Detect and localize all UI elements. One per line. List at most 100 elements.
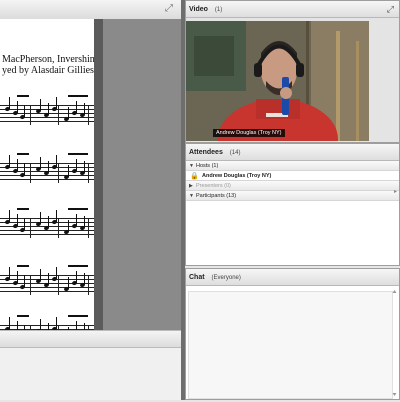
- staff-line: [0, 279, 94, 280]
- chat-scope[interactable]: (Everyone): [212, 275, 241, 281]
- note-stem: [17, 101, 18, 113]
- video-pod-header: Video (1) ⤢: [186, 1, 399, 18]
- expand-triangle-icon[interactable]: ▼: [189, 161, 194, 171]
- note-stem: [40, 319, 41, 330]
- bar-line: [88, 218, 89, 238]
- chat-pod: Chat (Everyone): [185, 268, 400, 400]
- staff-line: [0, 218, 94, 219]
- note-stem: [9, 155, 10, 167]
- attendees-pod-header: Attendees (14): [186, 144, 399, 161]
- bottom-left-pod: [0, 330, 181, 400]
- bar-line: [30, 105, 31, 125]
- music-staff: [0, 208, 94, 240]
- note-stem: [17, 159, 18, 171]
- note-stem: [76, 101, 77, 113]
- share-pod-header: ⤢: [0, 0, 181, 20]
- note-stem: [56, 210, 57, 222]
- webcam-feed: [186, 21, 369, 141]
- bar-line: [30, 275, 31, 295]
- staff-line: [0, 275, 94, 276]
- staff-line: [0, 222, 94, 223]
- bar-line: [58, 163, 59, 183]
- note-stem: [68, 277, 69, 289]
- expand-triangle-icon[interactable]: ▼: [189, 191, 194, 201]
- staff-line: [0, 287, 94, 288]
- staff-line: [0, 230, 94, 231]
- staff-line: [0, 179, 94, 180]
- bottom-left-pod-header: [0, 331, 181, 348]
- chat-scrollbar[interactable]: [392, 289, 397, 397]
- sheet-music-page: MacPherson, Invershin. yed by Alasdair G…: [0, 19, 94, 330]
- video-name-tag: Andrew Douglas (Troy NY): [213, 129, 285, 137]
- note-beam: [17, 153, 29, 155]
- note-stem: [48, 273, 49, 285]
- note-beam: [17, 265, 29, 267]
- chat-title: Chat: [189, 274, 205, 281]
- note-stem: [84, 103, 85, 115]
- staff-line: [0, 109, 94, 110]
- page-margin: [94, 19, 103, 330]
- note-stem: [17, 321, 18, 330]
- scroll-arrow-icon[interactable]: ▸: [394, 188, 397, 195]
- music-staff: [0, 95, 94, 127]
- note-stem: [9, 210, 10, 222]
- note-stem: [17, 271, 18, 283]
- note-beam: [17, 208, 29, 210]
- note-stem: [9, 317, 10, 329]
- staff-line: [0, 325, 94, 326]
- bar-line: [58, 218, 59, 238]
- video-pod: Video (1) ⤢ Andrew Douglas (Troy NY): [185, 0, 400, 143]
- attendee-row[interactable]: 🔒 Andrew Douglas (Troy NY): [186, 171, 399, 181]
- bar-line: [30, 163, 31, 183]
- bar-line: [88, 163, 89, 183]
- video-count: (1): [214, 7, 223, 13]
- note-stem: [68, 220, 69, 232]
- fullscreen-icon[interactable]: ⤢: [387, 1, 394, 18]
- note-stem: [76, 321, 77, 330]
- music-staff: [0, 265, 94, 297]
- note-stem: [40, 212, 41, 224]
- note-stem: [84, 161, 85, 173]
- share-pod: ⤢ MacPherson, Invershin. yed by Alasdair…: [0, 0, 181, 330]
- note-stem: [24, 275, 25, 287]
- note-stem: [48, 161, 49, 173]
- group-participants[interactable]: ▼ Participants (13): [186, 191, 399, 201]
- note-stem: [24, 105, 25, 117]
- chat-pod-header: Chat (Everyone): [186, 269, 399, 286]
- expand-triangle-icon[interactable]: ▶: [189, 181, 193, 191]
- note-stem: [48, 216, 49, 228]
- note-beam: [68, 95, 88, 97]
- group-presenters[interactable]: ▶ Presenters (0): [186, 181, 399, 191]
- note-stem: [56, 317, 57, 329]
- webcam-image: [186, 21, 369, 141]
- group-hosts-label: Hosts (1): [196, 163, 219, 169]
- note-stem: [17, 214, 18, 226]
- scrollbar-arrows[interactable]: [392, 289, 397, 397]
- bar-line: [58, 105, 59, 125]
- note-stem: [84, 323, 85, 330]
- attendees-count: (14): [229, 150, 241, 156]
- share-background: [103, 19, 181, 330]
- staff-line: [0, 121, 94, 122]
- note-stem: [76, 271, 77, 283]
- note-beam: [68, 315, 88, 317]
- group-hosts[interactable]: ▼ Hosts (1): [186, 161, 399, 171]
- bar-line: [58, 275, 59, 295]
- music-staff: [0, 315, 94, 330]
- note-stem: [76, 214, 77, 226]
- group-participants-label: Participants (13): [196, 193, 237, 199]
- note-stem: [48, 103, 49, 115]
- attendee-name: Andrew Douglas (Troy NY): [202, 173, 272, 179]
- attendees-title: Attendees: [189, 149, 223, 156]
- note-beam: [68, 265, 88, 267]
- staff-line: [0, 291, 94, 292]
- fullscreen-icon[interactable]: ⤢: [165, 4, 175, 14]
- bar-line: [88, 105, 89, 125]
- credit-line-2: yed by Alasdair Gillies.: [2, 65, 94, 76]
- note-stem: [9, 97, 10, 109]
- note-beam: [17, 95, 29, 97]
- group-presenters-label: Presenters (0): [196, 183, 231, 189]
- video-title: Video: [189, 6, 208, 13]
- staff-line: [0, 175, 94, 176]
- note-stem: [56, 155, 57, 167]
